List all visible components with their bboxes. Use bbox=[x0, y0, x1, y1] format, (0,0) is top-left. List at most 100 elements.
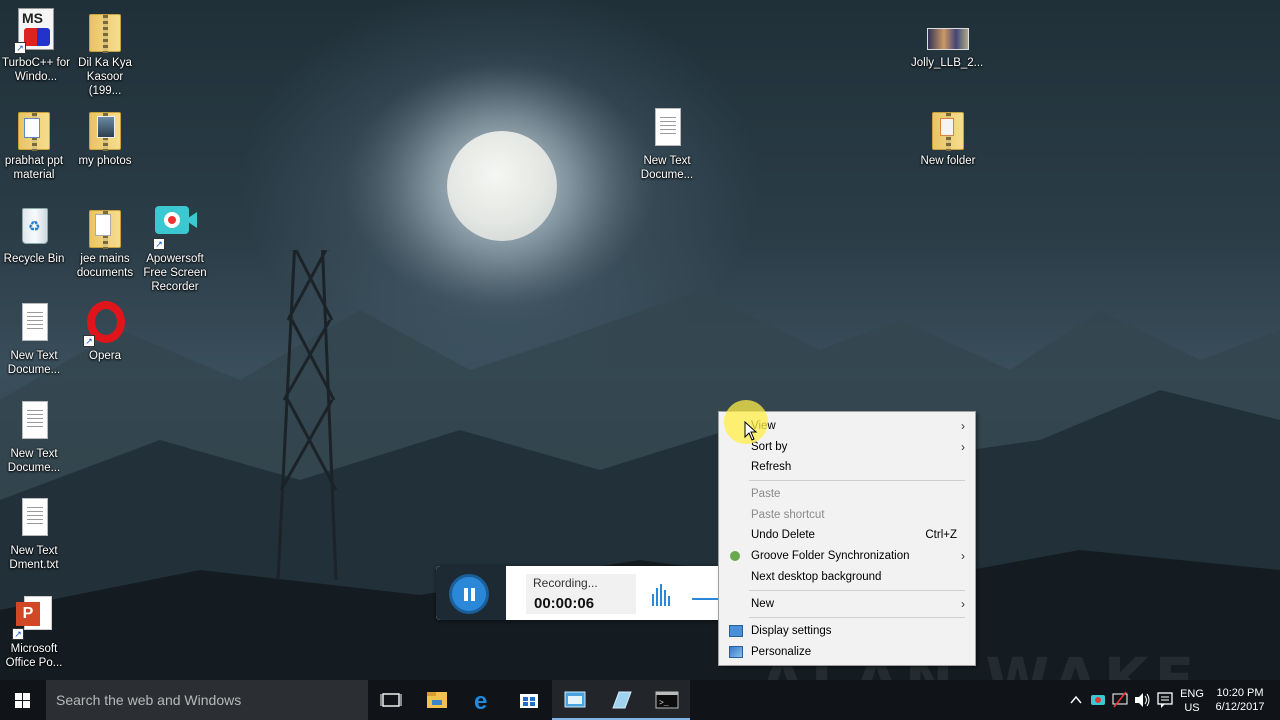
taskbar-file-explorer[interactable] bbox=[414, 680, 460, 720]
folder-icon bbox=[85, 106, 125, 151]
menu-item-refresh[interactable]: Refresh bbox=[719, 457, 975, 477]
submenu-arrow-icon: › bbox=[961, 597, 965, 611]
desktop-icon-apowersoft[interactable]: ↗ Apowersoft Free Screen Recorder bbox=[139, 204, 211, 294]
recorder-tray-icon bbox=[1091, 695, 1105, 705]
clock-time: 10:20 PM bbox=[1216, 687, 1264, 699]
desktop-icon-label: New Text Dment.txt bbox=[9, 545, 59, 571]
text-document-icon bbox=[14, 301, 54, 345]
mouse-pointer-icon bbox=[744, 421, 758, 441]
desktop-icon-new-folder[interactable]: New folder bbox=[912, 106, 984, 168]
text-document-icon bbox=[14, 496, 54, 540]
tray-clock[interactable]: 10:20 PM 6/12/2017 bbox=[1208, 680, 1272, 720]
menu-item-display-settings[interactable]: Display settings bbox=[719, 621, 975, 641]
desktop-icon-prabhat-ppt[interactable]: prabhat ppt material bbox=[0, 106, 70, 182]
taskbar-cmd[interactable]: >_ bbox=[644, 680, 690, 720]
tray-network[interactable] bbox=[1110, 680, 1130, 720]
powerpoint-icon: P ↗ bbox=[12, 594, 54, 640]
notification-icon bbox=[1157, 692, 1173, 708]
desktop-icon-label: Recycle Bin bbox=[3, 253, 65, 265]
desktop-icon-turbocpp[interactable]: MS ↗ TurboC++ for Windo... bbox=[0, 8, 72, 84]
network-icon bbox=[1112, 691, 1128, 708]
menu-separator bbox=[749, 480, 965, 481]
desktop-icon-label: my photos bbox=[78, 155, 132, 167]
desktop-icon-my-photos[interactable]: my photos bbox=[69, 106, 141, 168]
taskbar-edge[interactable]: e bbox=[460, 680, 506, 720]
window-app-icon bbox=[564, 691, 586, 708]
store-icon bbox=[520, 694, 538, 708]
opera-icon: ↗ bbox=[83, 301, 125, 347]
menu-item-groove-sync[interactable]: Groove Folder Synchronization › bbox=[719, 546, 975, 566]
recording-status: Recording... 00:00:06 bbox=[526, 574, 636, 614]
desktop-icon-new-text-dment[interactable]: New Text Dment.txt bbox=[0, 496, 70, 572]
menu-item-paste[interactable]: Paste bbox=[719, 484, 975, 504]
task-view-icon bbox=[380, 693, 402, 707]
tray-language[interactable]: ENG US bbox=[1178, 680, 1206, 720]
display-settings-icon bbox=[729, 625, 743, 637]
desktop-icon-new-text-doc-2[interactable]: New Text Docume... bbox=[0, 399, 70, 475]
desktop-icon-label: Dil Ka Kya Kasoor (199... bbox=[78, 57, 132, 97]
menu-item-undo-delete[interactable]: Undo Delete Ctrl+Z bbox=[719, 525, 975, 545]
file-explorer-icon bbox=[427, 692, 447, 708]
recycle-bin-icon: ♻ bbox=[14, 204, 54, 248]
desktop-icon-powerpoint[interactable]: P ↗ Microsoft Office Po... bbox=[0, 594, 70, 670]
desktop-icon-new-text-doc-3[interactable]: New Text Docume... bbox=[631, 106, 703, 182]
cmd-icon: >_ bbox=[655, 691, 679, 709]
menu-separator bbox=[749, 617, 965, 618]
recording-toolbar[interactable]: Recording... 00:00:06 bbox=[436, 566, 718, 620]
text-document-icon bbox=[647, 106, 687, 150]
groove-sync-icon bbox=[730, 551, 740, 561]
menu-item-label: Paste bbox=[751, 488, 781, 500]
menu-item-label: Personalize bbox=[751, 646, 812, 658]
menu-item-new[interactable]: New › bbox=[719, 594, 975, 614]
start-button[interactable] bbox=[0, 680, 46, 720]
desktop-icon-new-text-doc-1[interactable]: New Text Docume... bbox=[0, 301, 70, 377]
task-view-button[interactable] bbox=[368, 680, 414, 720]
recording-timer: 00:00:06 bbox=[534, 595, 595, 612]
pause-recording-button[interactable] bbox=[449, 574, 489, 614]
screen-recorder-icon: ↗ bbox=[153, 204, 197, 250]
menu-item-label: Undo Delete bbox=[751, 529, 815, 541]
menu-item-next-background[interactable]: Next desktop background bbox=[719, 567, 975, 587]
taskbar-app-window[interactable] bbox=[552, 680, 598, 720]
desktop-icon-recycle-bin[interactable]: ♻ Recycle Bin bbox=[0, 204, 70, 266]
desktop-icon-dil-ka-kya[interactable]: Dil Ka Kya Kasoor (199... bbox=[69, 8, 141, 98]
svg-text:>_: >_ bbox=[659, 699, 669, 708]
video-file-icon bbox=[927, 8, 969, 52]
menu-item-label: Refresh bbox=[751, 461, 792, 473]
menu-item-label: Groove Folder Synchronization bbox=[751, 550, 910, 562]
tray-show-hidden[interactable] bbox=[1066, 680, 1086, 720]
desktop-icon-label: Apowersoft Free Screen Recorder bbox=[143, 253, 207, 293]
submenu-arrow-icon: › bbox=[961, 440, 965, 454]
submenu-arrow-icon: › bbox=[961, 549, 965, 563]
search-box[interactable]: Search the web and Windows bbox=[46, 680, 368, 720]
edge-icon: e bbox=[474, 688, 487, 715]
desktop-icon-jolly-llb[interactable]: Jolly_LLB_2... bbox=[911, 8, 983, 70]
menu-item-label: Sort by bbox=[751, 441, 788, 453]
desktop-icon-jee-mains[interactable]: jee mains documents bbox=[69, 204, 141, 280]
recorder-divider bbox=[692, 598, 718, 600]
taskbar-notepad-app[interactable] bbox=[598, 680, 644, 720]
desktop-icon-label: New Text Docume... bbox=[7, 448, 61, 474]
zip-folder-icon bbox=[85, 8, 125, 53]
desktop-icon-label: Microsoft Office Po... bbox=[5, 643, 63, 669]
menu-item-personalize[interactable]: Personalize bbox=[719, 642, 975, 662]
region-code: US bbox=[1184, 702, 1200, 714]
desktop[interactable]: ALAN WAKE MS ↗ TurboC++ for Windo... Dil… bbox=[0, 0, 1280, 680]
taskbar-store[interactable] bbox=[506, 680, 552, 720]
recording-status-label: Recording... bbox=[533, 576, 598, 590]
desktop-icon-opera[interactable]: ↗ Opera bbox=[69, 301, 141, 363]
menu-item-paste-shortcut[interactable]: Paste shortcut bbox=[719, 505, 975, 525]
notepad-app-icon bbox=[612, 691, 632, 709]
desktop-icon-label: New Text Docume... bbox=[640, 155, 694, 181]
desktop-icon-label: prabhat ppt material bbox=[4, 155, 64, 181]
tray-notifications[interactable] bbox=[1154, 680, 1176, 720]
wallpaper-moon bbox=[447, 131, 557, 241]
turbocpp-icon: MS ↗ bbox=[14, 8, 56, 54]
language-code: ENG bbox=[1180, 688, 1204, 700]
submenu-arrow-icon: › bbox=[961, 419, 965, 433]
text-document-icon bbox=[14, 399, 54, 443]
tray-app-icon[interactable] bbox=[1088, 680, 1108, 720]
tray-volume[interactable] bbox=[1132, 680, 1152, 720]
svg-text:e: e bbox=[474, 688, 487, 715]
folder-icon bbox=[14, 106, 54, 151]
